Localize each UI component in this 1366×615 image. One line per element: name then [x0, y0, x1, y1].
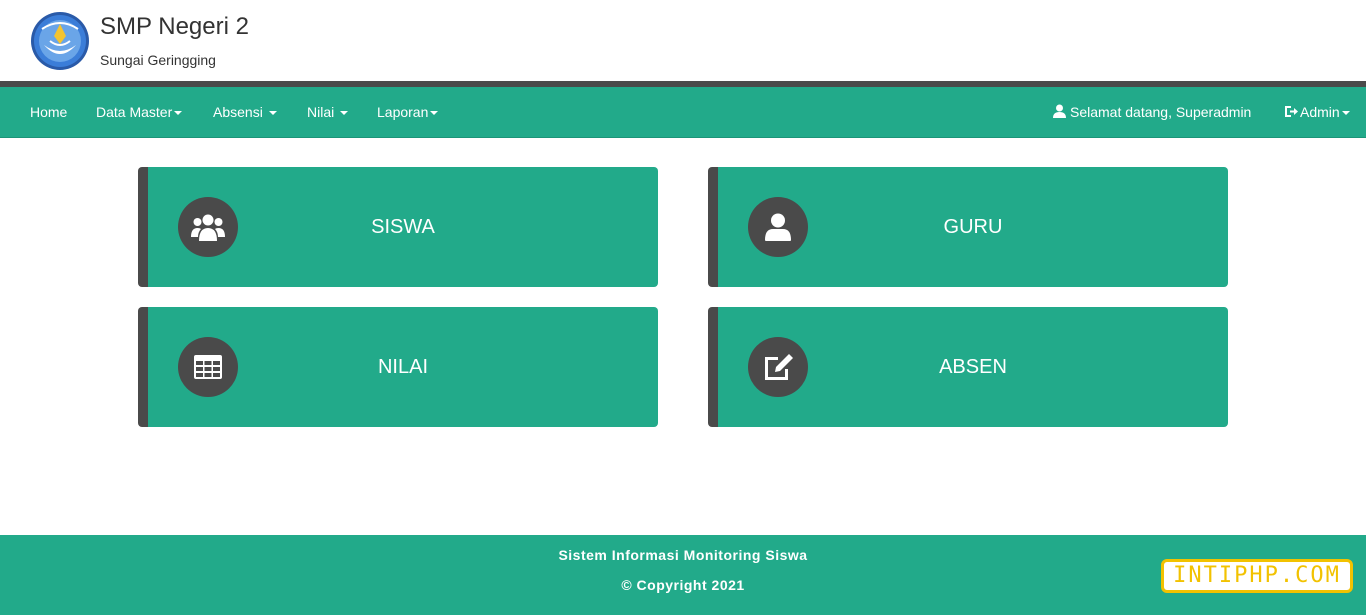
nav-home[interactable]: Home [30, 87, 67, 137]
card-nilai-label: NILAI [377, 356, 429, 378]
nav-data-master-label: Data Master [96, 104, 173, 120]
sign-out-icon [1284, 88, 1298, 138]
nav-welcome[interactable]: Selamat datang, Superadmin [1053, 87, 1251, 137]
watermark-badge: INTIPHP.COM [1161, 559, 1353, 593]
nav-nilai-label: Nilai [307, 104, 335, 120]
card-siswa-label: SISWA [371, 216, 435, 238]
chevron-down-icon [1341, 111, 1350, 116]
admin-label: Admin [1300, 104, 1340, 120]
nav-absensi[interactable]: Absensi [213, 87, 277, 137]
card-absen-label: ABSEN [939, 356, 1007, 378]
page-header: SMP Negeri 2 Sungai Geringging [0, 0, 1366, 81]
welcome-text: Selamat datang, Superadmin [1070, 104, 1252, 120]
chevron-down-icon [340, 111, 349, 116]
nav-home-label: Home [30, 104, 68, 120]
nav-absensi-label: Absensi [213, 104, 263, 120]
card-guru[interactable]: GURU [708, 167, 1228, 287]
nav-admin-menu[interactable]: Admin [1284, 87, 1350, 137]
main-navbar: Home Data Master Absensi Nilai Laporan S… [0, 87, 1366, 138]
nav-nilai[interactable]: Nilai [307, 87, 349, 137]
card-guru-label: GURU [943, 216, 1003, 238]
card-siswa[interactable]: SISWA [138, 167, 658, 287]
card-absen[interactable]: ABSEN [708, 307, 1228, 427]
chevron-down-icon [268, 111, 277, 116]
chevron-down-icon [174, 111, 183, 116]
site-title: SMP Negeri 2 [100, 13, 249, 40]
card-nilai[interactable]: NILAI [138, 307, 658, 427]
nav-data-master[interactable]: Data Master [96, 87, 183, 137]
site-subtitle: Sungai Geringging [100, 52, 216, 68]
chevron-down-icon [430, 111, 439, 116]
nav-laporan[interactable]: Laporan [377, 87, 439, 137]
nav-laporan-label: Laporan [377, 104, 429, 120]
user-icon [1053, 88, 1066, 138]
school-emblem-icon [30, 11, 90, 71]
